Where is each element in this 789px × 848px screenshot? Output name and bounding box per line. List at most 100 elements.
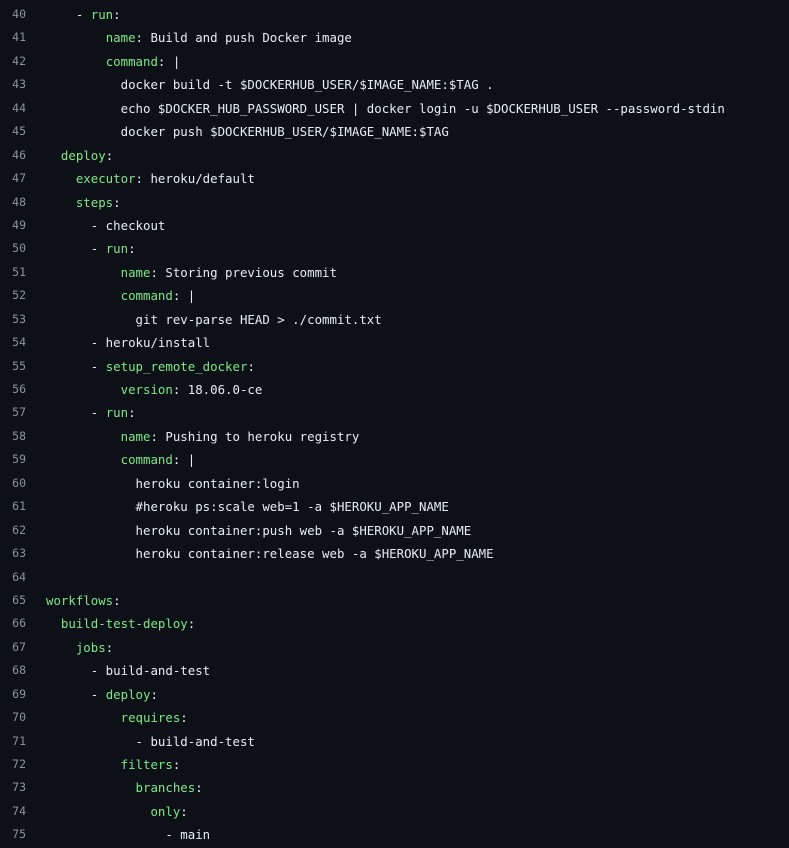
line-number[interactable]: 48 xyxy=(0,191,26,214)
line-content: #heroku ps:scale web=1 -a $HEROKU_APP_NA… xyxy=(26,495,449,518)
line-content: docker push $DOCKERHUB_USER/$IMAGE_NAME:… xyxy=(26,120,449,143)
line-number[interactable]: 72 xyxy=(0,753,26,776)
code-line[interactable]: 60 heroku container:login xyxy=(0,472,789,495)
code-line[interactable]: 51 name: Storing previous commit xyxy=(0,261,789,284)
line-number[interactable]: 70 xyxy=(0,706,26,729)
line-number[interactable]: 46 xyxy=(0,144,26,167)
line-number[interactable]: 44 xyxy=(0,97,26,120)
line-number[interactable]: 56 xyxy=(0,378,26,401)
code-line[interactable]: 69 - deploy: xyxy=(0,683,789,706)
line-number[interactable]: 55 xyxy=(0,355,26,378)
line-number[interactable]: 62 xyxy=(0,519,26,542)
line-number[interactable]: 61 xyxy=(0,495,26,518)
code-view[interactable]: 40 - run: 41 name: Build and push Docker … xyxy=(0,0,789,848)
code-line[interactable]: 63 heroku container:release web -a $HERO… xyxy=(0,542,789,565)
code-line[interactable]: 56 version: 18.06.0-ce xyxy=(0,378,789,401)
code-line[interactable]: 75 - main xyxy=(0,823,789,846)
code-line[interactable]: 58 name: Pushing to heroku registry xyxy=(0,425,789,448)
code-line[interactable]: 68 - build-and-test xyxy=(0,659,789,682)
yaml-text: : Pushing to heroku registry xyxy=(150,428,360,444)
code-line[interactable]: 64 xyxy=(0,566,789,589)
code-line[interactable]: 40 - run: xyxy=(0,3,789,26)
yaml-text: docker build -t $DOCKERHUB_USER/$IMAGE_N… xyxy=(120,77,494,93)
code-line[interactable]: 53 git rev-parse HEAD > ./commit.txt xyxy=(0,308,789,331)
code-line[interactable]: 46 deploy: xyxy=(0,144,789,167)
line-number[interactable]: 74 xyxy=(0,800,26,823)
code-line[interactable]: 54 - heroku/install xyxy=(0,331,789,354)
code-line[interactable]: 73 branches: xyxy=(0,776,789,799)
line-number[interactable]: 42 xyxy=(0,50,26,73)
code-line[interactable]: 44 echo $DOCKER_HUB_PASSWORD_USER | dock… xyxy=(0,97,789,120)
yaml-text: : Build and push Docker image xyxy=(135,30,352,46)
line-number[interactable]: 66 xyxy=(0,612,26,635)
code-line[interactable]: 71 - build-and-test xyxy=(0,730,789,753)
code-line[interactable]: 45 docker push $DOCKERHUB_USER/$IMAGE_NA… xyxy=(0,120,789,143)
code-line[interactable]: 50 - run: xyxy=(0,237,789,260)
code-line[interactable]: 67 jobs: xyxy=(0,636,789,659)
line-number[interactable]: 40 xyxy=(0,3,26,26)
line-content: heroku container:release web -a $HEROKU_… xyxy=(26,542,494,565)
yaml-text: : | xyxy=(172,288,196,304)
line-content: - run: xyxy=(26,3,121,26)
line-number[interactable]: 59 xyxy=(0,448,26,471)
line-number[interactable]: 75 xyxy=(0,823,26,846)
code-line[interactable]: 42 command: | xyxy=(0,50,789,73)
yaml-text: - main xyxy=(165,827,211,843)
code-line[interactable]: 66 build-test-deploy: xyxy=(0,612,789,635)
line-number[interactable]: 63 xyxy=(0,542,26,565)
line-number[interactable]: 67 xyxy=(0,636,26,659)
line-number[interactable]: 54 xyxy=(0,331,26,354)
yaml-key: jobs xyxy=(75,639,106,655)
code-line[interactable]: 43 docker build -t $DOCKERHUB_USER/$IMAG… xyxy=(0,73,789,96)
line-number[interactable]: 47 xyxy=(0,167,26,190)
code-line[interactable]: 52 command: | xyxy=(0,284,789,307)
code-line[interactable]: 59 command: | xyxy=(0,448,789,471)
line-number[interactable]: 51 xyxy=(0,261,26,284)
code-line[interactable]: 62 heroku container:push web -a $HEROKU_… xyxy=(0,519,789,542)
yaml-key: requires xyxy=(120,710,181,726)
line-number[interactable]: 41 xyxy=(0,26,26,49)
code-line[interactable]: 72 filters: xyxy=(0,753,789,776)
line-number[interactable]: 71 xyxy=(0,730,26,753)
code-line[interactable]: 48 steps: xyxy=(0,191,789,214)
line-number[interactable]: 45 xyxy=(0,120,26,143)
line-number[interactable]: 69 xyxy=(0,683,26,706)
code-line[interactable]: 55 - setup_remote_docker: xyxy=(0,355,789,378)
line-content: version: 18.06.0-ce xyxy=(26,378,263,401)
yaml-text: - xyxy=(90,686,106,702)
line-number[interactable]: 57 xyxy=(0,401,26,424)
code-line[interactable]: 41 name: Build and push Docker image xyxy=(0,26,789,49)
line-number[interactable]: 60 xyxy=(0,472,26,495)
code-line[interactable]: 57 - run: xyxy=(0,401,789,424)
line-number[interactable]: 73 xyxy=(0,776,26,799)
line-number[interactable]: 64 xyxy=(0,566,26,589)
line-number[interactable]: 68 xyxy=(0,659,26,682)
yaml-text: : xyxy=(187,616,196,632)
yaml-text: - xyxy=(75,7,91,22)
code-line[interactable]: 65 workflows: xyxy=(0,589,789,612)
yaml-text: : xyxy=(180,803,188,819)
code-line[interactable]: 61 #heroku ps:scale web=1 -a $HEROKU_APP… xyxy=(0,495,789,518)
line-number[interactable]: 52 xyxy=(0,284,26,307)
line-number[interactable]: 53 xyxy=(0,308,26,331)
line-number[interactable]: 58 xyxy=(0,425,26,448)
yaml-text: : xyxy=(128,405,136,421)
line-number[interactable]: 50 xyxy=(0,237,26,260)
code-line[interactable]: 49 - checkout xyxy=(0,214,789,237)
code-line[interactable]: 70 requires: xyxy=(0,706,789,729)
line-number[interactable]: 49 xyxy=(0,214,26,237)
line-content: - run: xyxy=(26,401,136,424)
line-number[interactable]: 43 xyxy=(0,73,26,96)
yaml-text: heroku container:login xyxy=(135,475,300,491)
line-number[interactable]: 65 xyxy=(0,589,26,612)
code-line[interactable]: 47 executor: heroku/default xyxy=(0,167,789,190)
code-line[interactable]: 74 only: xyxy=(0,800,789,823)
